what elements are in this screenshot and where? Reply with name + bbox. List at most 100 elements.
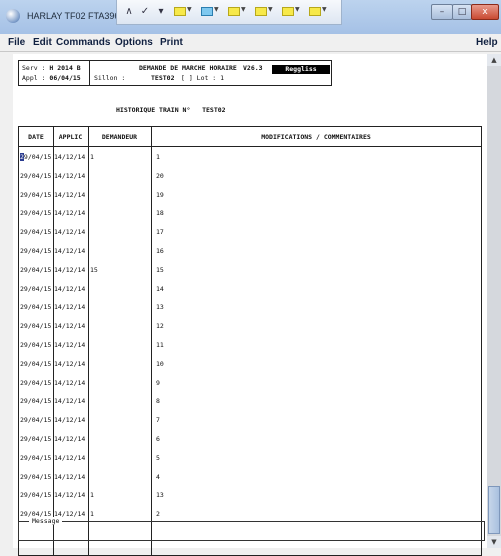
cell-date: 29/04/15 [20, 341, 52, 349]
table-row[interactable]: 29/04/15 14/12/14 20 [19, 168, 481, 186]
table-row[interactable]: 29/04/1514/12/1411 [19, 337, 481, 355]
note-icon[interactable] [228, 7, 240, 16]
cell-modif: 10 [156, 359, 164, 368]
header-box: Serv : H 2014 B Appl : 06/04/15 DEMANDE … [18, 60, 332, 86]
lot-field[interactable]: [ ] Lot : 1 [181, 74, 224, 82]
title-bar: HARLAY TF02 FTA3965 ∧ ✓ ▾ ▼ ▼ ▼ ▼ ▼ ▼ – … [0, 0, 501, 34]
menu-edit[interactable]: Edit [33, 37, 52, 48]
table-row[interactable]: 29/04/15 14/12/14 18 [19, 205, 481, 223]
table-row[interactable]: 29/04/15 14/12/14 4 [19, 469, 481, 487]
cell-modif: 8 [156, 397, 160, 406]
cell-modif: 9 [156, 378, 160, 387]
cell-applic: 14/12/14 [54, 247, 86, 255]
sillon-label: Sillon : [94, 74, 126, 82]
text-cursor: 2 [20, 153, 24, 161]
cell-date: 29/04/15 [20, 491, 52, 500]
col-applic: APPLIC [58, 133, 83, 141]
menu-help[interactable]: Help [476, 37, 498, 48]
cell-modif: 17 [156, 228, 164, 237]
menu-print[interactable]: Print [160, 37, 183, 48]
close-button[interactable]: x [471, 4, 499, 20]
version: V26.3 [243, 64, 263, 72]
scroll-down-icon[interactable]: ▼ [487, 536, 501, 548]
cell-modif: 20 [156, 171, 164, 180]
cell-date: 29/04/15 [20, 190, 52, 199]
minimize-button[interactable]: – [431, 4, 453, 20]
cell-modif: 19 [156, 190, 164, 199]
cell-applic: 14/12/14 [54, 265, 86, 274]
cell-applic: 14/12/14 [54, 491, 86, 500]
vertical-scrollbar[interactable]: ▲ ▼ [487, 54, 501, 548]
cell-applic: 14/12/14 [54, 416, 86, 425]
col-date: DATE [28, 133, 44, 141]
note-icon[interactable] [174, 7, 186, 16]
table-row[interactable]: 29/04/1514/12/1411 [19, 149, 481, 167]
message-label: Message [29, 517, 63, 525]
cell-applic: 14/12/14 [54, 190, 86, 199]
cell-date: 29/04/15 [20, 303, 52, 312]
cell-date: 29/04/15 [20, 397, 52, 406]
cell-date: 29/04/15 [20, 209, 52, 218]
table-row[interactable]: 29/04/15 14/12/14 14 [19, 281, 481, 299]
caret-down-icon[interactable]: ▾ [155, 5, 167, 19]
cell-modif: 1 [156, 153, 160, 161]
table-row[interactable]: 29/04/15 14/12/14 16 [19, 243, 481, 261]
table-row[interactable]: 29/04/15 14/12/14 8 [19, 393, 481, 411]
check-icon[interactable]: ✓ [139, 5, 151, 19]
table-row[interactable]: 29/04/1514/12/14 12 [19, 318, 481, 336]
cell-date: 29/04/15 [20, 265, 52, 274]
note-icon[interactable] [309, 7, 321, 16]
cell-date: 29/04/15 [20, 284, 52, 293]
menu-bar: File Edit Commands Options Print Help [0, 34, 501, 52]
menu-file[interactable]: File [8, 37, 25, 48]
cell-modif: 2 [156, 510, 160, 519]
cell-modif: 7 [156, 416, 160, 425]
serv-label: Serv : [22, 64, 46, 72]
cell-modif: 15 [156, 265, 164, 274]
divider [89, 61, 90, 85]
cell-demandeur: 1 [90, 491, 94, 500]
history-title: HISTORIQUE TRAIN N° TEST02 [116, 106, 226, 114]
cell-applic: 14/12/14 [54, 341, 86, 349]
cell-applic: 14/12/14 [54, 397, 86, 406]
table-row[interactable]: 29/04/15 14/12/14 6 [19, 431, 481, 449]
cell-demandeur: 1 [90, 510, 94, 519]
cell-demandeur: 15 [90, 265, 98, 274]
cell-modif: 4 [156, 472, 160, 481]
table-row[interactable]: 29/04/15 14/12/14 13 [19, 299, 481, 317]
table-row[interactable]: 29/04/15 14/12/14 15 15 [19, 262, 481, 280]
cell-applic: 14/12/14 [54, 435, 86, 443]
note-icon[interactable] [282, 7, 294, 16]
cell-date: 29/04/15 [20, 322, 52, 331]
table-row[interactable]: 29/04/15 14/12/14 10 [19, 356, 481, 374]
appl-value: 06/04/15 [49, 74, 81, 82]
table-row[interactable]: 29/04/15 14/12/14 19 [19, 187, 481, 205]
maximize-button[interactable]: □ [452, 4, 472, 20]
scroll-thumb[interactable] [488, 486, 500, 534]
app-icon[interactable] [6, 9, 20, 23]
note-icon[interactable] [255, 7, 267, 16]
table-row[interactable]: 29/04/15 14/12/14 17 [19, 224, 481, 242]
cell-date: 29/04/15 [20, 453, 52, 462]
cell-applic: 14/12/14 [54, 153, 86, 161]
table-row[interactable]: 29/04/15 14/12/14 7 [19, 412, 481, 430]
reggliss-badge[interactable]: Reggliss [272, 65, 330, 74]
col-modifications: MODIFICATIONS / COMMENTAIRES [261, 133, 371, 141]
cell-modif: 6 [156, 435, 160, 443]
history-train: TEST02 [202, 106, 226, 114]
scroll-up-icon[interactable]: ▲ [487, 54, 501, 66]
menu-options[interactable]: Options [115, 37, 153, 48]
menu-commands[interactable]: Commands [56, 37, 110, 48]
sillon-train: TEST02 [151, 74, 175, 82]
caret-up-icon[interactable]: ∧ [123, 5, 135, 19]
form-title: DEMANDE DE MARCHE HORAIRE [139, 64, 237, 72]
quick-access-toolbar: ∧ ✓ ▾ ▼ ▼ ▼ ▼ ▼ ▼ [116, 0, 342, 25]
cell-demandeur: 1 [90, 153, 94, 161]
cell-modif: 5 [156, 453, 160, 462]
table-row[interactable]: 29/04/15 14/12/14 1 13 [19, 487, 481, 505]
cell-applic: 14/12/14 [54, 378, 86, 387]
note-icon[interactable] [201, 7, 213, 16]
table-row[interactable]: 29/04/15 14/12/14 5 [19, 450, 481, 468]
table-row[interactable]: 29/04/15 14/12/14 9 [19, 375, 481, 393]
cell-modif: 12 [156, 322, 164, 331]
